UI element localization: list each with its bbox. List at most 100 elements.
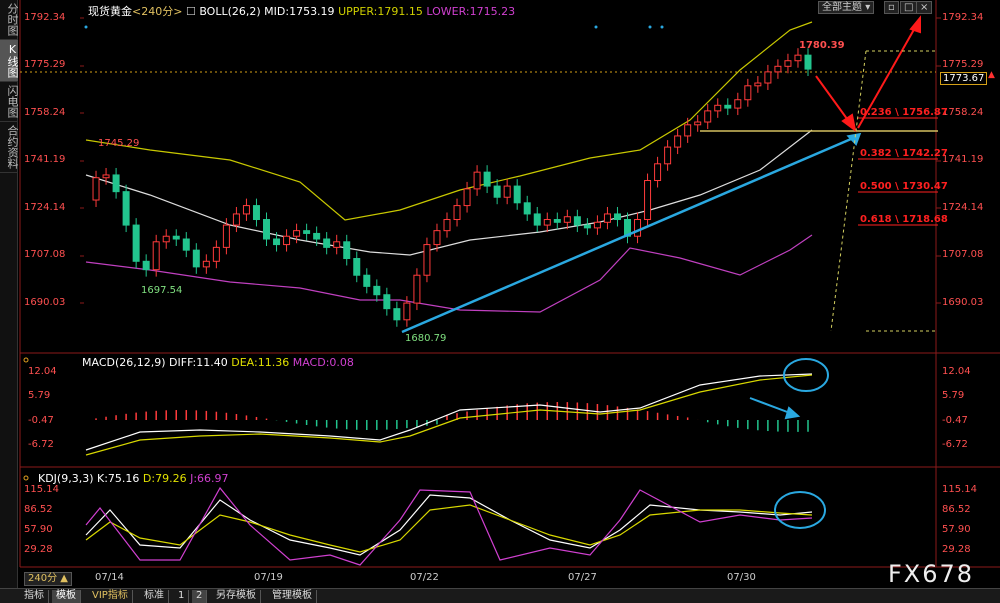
current-price-marker-icon: ▲ xyxy=(988,70,995,80)
kdj-settings-icon[interactable] xyxy=(23,475,29,481)
left-low-label: 1697.54 xyxy=(141,285,183,296)
price-tick-left: 1724.14 xyxy=(24,202,66,213)
boll-upper: UPPER:1791.15 xyxy=(338,5,423,18)
bottom-toolbar: 指标 模板 VIP指标 标准 1 2 另存模板 管理模板 xyxy=(0,588,1000,603)
left-high-label: 1745.29 xyxy=(98,138,140,149)
candle xyxy=(283,229,291,252)
kdj-d: D:79.26 xyxy=(142,472,187,485)
macd-title: MACD(26,12,9) xyxy=(82,356,166,369)
kdj-tick-right: 29.28 xyxy=(942,544,971,555)
close-icon[interactable]: × xyxy=(916,1,933,14)
window-maximize-button[interactable]: □ xyxy=(900,1,918,14)
candle xyxy=(533,206,541,233)
candle xyxy=(122,184,130,233)
candle xyxy=(192,243,200,274)
candle xyxy=(473,165,481,196)
tab-indicators[interactable]: 指标 xyxy=(20,590,49,603)
save-as-template-button[interactable]: 另存模板 xyxy=(212,590,261,603)
candle xyxy=(704,103,712,129)
candle xyxy=(764,64,772,90)
macd-diff-line xyxy=(85,373,813,451)
boll-mid: MID:1753.19 xyxy=(264,5,335,18)
price-tick-right: 1707.08 xyxy=(942,249,984,260)
price-tick-left: 1690.03 xyxy=(24,297,66,308)
candle xyxy=(483,165,491,194)
candle xyxy=(553,212,561,230)
candle xyxy=(383,287,391,316)
candle xyxy=(543,212,551,233)
price-tick-left: 1741.19 xyxy=(24,154,66,165)
window-minimize-button[interactable]: ▫ xyxy=(884,1,899,14)
candle xyxy=(734,92,742,116)
macd-tick-right: 12.04 xyxy=(942,366,971,377)
period-selector[interactable]: 240分 ▲ xyxy=(24,572,72,586)
price-tick-right: 1758.24 xyxy=(942,107,984,118)
signal-dots xyxy=(84,25,664,29)
candle xyxy=(714,98,722,118)
date-label: 07/30 xyxy=(727,572,756,583)
kdj-tick-left: 57.90 xyxy=(24,524,53,535)
candle xyxy=(353,251,361,283)
axis-ticks xyxy=(80,17,941,304)
kdj-tick-left: 29.28 xyxy=(24,544,53,555)
price-tick-right: 1724.14 xyxy=(942,202,984,213)
candle xyxy=(172,229,180,246)
candle xyxy=(694,115,702,132)
candle xyxy=(774,59,782,79)
kdj-tick-right: 86.52 xyxy=(942,504,971,515)
price-tick-left: 1792.34 xyxy=(24,12,66,23)
macd-tick-right: -6.72 xyxy=(942,439,968,450)
candle xyxy=(523,195,531,221)
kdj-k-line xyxy=(85,494,813,556)
macd-tick-left: 12.04 xyxy=(28,366,57,377)
candle xyxy=(754,76,762,93)
manage-templates-button[interactable]: 管理模板 xyxy=(268,590,317,603)
kdj-d-line xyxy=(85,504,813,553)
kdj-tick-right: 115.14 xyxy=(942,484,977,495)
candle xyxy=(142,254,150,277)
theme-button[interactable]: 全部主题 ▾ xyxy=(818,1,875,14)
candle xyxy=(333,234,341,255)
candle xyxy=(263,212,270,246)
candle xyxy=(363,268,371,294)
tab-template-2[interactable]: 2 xyxy=(192,590,208,603)
candle xyxy=(654,156,662,188)
kdj-lines xyxy=(85,486,813,566)
price-tick-left: 1775.29 xyxy=(24,59,66,70)
price-tick-right: 1741.19 xyxy=(942,154,984,165)
candle xyxy=(303,223,311,241)
macd-tick-right: -0.47 xyxy=(942,415,968,426)
caret-up-icon: ▲ xyxy=(60,573,68,584)
candle xyxy=(393,301,401,327)
tab-standard[interactable]: 标准 xyxy=(140,590,169,603)
candle xyxy=(162,229,170,249)
trend-line xyxy=(401,134,859,334)
candle xyxy=(744,78,752,107)
fib-label-0236: 0.236 \ 1756.87 xyxy=(860,107,948,118)
kdj-tick-left: 86.52 xyxy=(24,504,53,515)
candle xyxy=(724,98,732,116)
tab-vip-indicators[interactable]: VIP指标 xyxy=(88,590,133,603)
candle xyxy=(132,218,140,269)
macd-down-arrow xyxy=(749,397,801,420)
candle xyxy=(92,170,100,207)
macd-diff: DIFF:11.40 xyxy=(169,356,228,369)
candlesticks xyxy=(92,48,812,327)
macd-tick-left: -0.47 xyxy=(28,415,54,426)
tab-template-1[interactable]: 1 xyxy=(174,590,190,603)
candle xyxy=(232,206,240,233)
candle xyxy=(242,198,250,221)
kdj-j: J:66.97 xyxy=(190,472,229,485)
candle xyxy=(453,198,461,227)
candle xyxy=(373,279,381,302)
candle xyxy=(573,209,581,233)
current-price-tag: 1773.67 xyxy=(940,72,988,85)
boll-settings-icon[interactable]: ☐ xyxy=(186,5,196,18)
tab-templates[interactable]: 模板 xyxy=(52,590,81,603)
period-tag: <240分> xyxy=(132,5,183,18)
candle xyxy=(343,234,351,266)
candle xyxy=(493,179,501,205)
macd-histogram xyxy=(95,402,809,432)
macd-settings-icon[interactable] xyxy=(23,357,29,363)
date-label: 07/19 xyxy=(254,572,283,583)
